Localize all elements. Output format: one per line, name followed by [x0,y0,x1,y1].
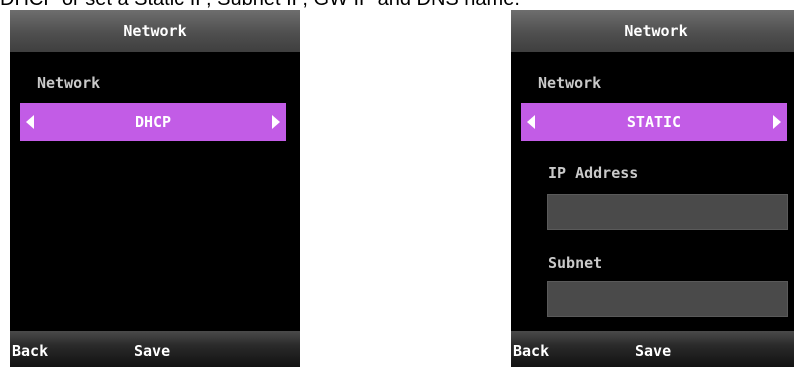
ip-address-label: IP Address [548,164,639,182]
network-mode-selector[interactable]: STATIC [521,103,787,141]
softkey-bar: Back Save [10,331,300,367]
network-label: Network [538,74,602,92]
device-screen-dhcp: Network Network DHCP Back Save [10,10,300,367]
subnet-input[interactable] [547,281,788,317]
network-label: Network [37,74,101,92]
save-softkey[interactable]: Save [635,342,671,360]
arrow-right-icon[interactable] [773,115,781,129]
device-screen-static: Network Network STATIC IP Address Subnet… [511,10,794,367]
network-mode-value: DHCP [134,113,172,131]
arrow-left-icon[interactable] [26,115,34,129]
softkey-bar: Back Save [511,331,794,367]
ip-address-input[interactable] [547,194,788,230]
arrow-right-icon[interactable] [272,115,280,129]
arrow-left-icon[interactable] [527,115,535,129]
screen-title: Network [10,10,300,52]
screen-title: Network [511,10,794,52]
network-mode-selector[interactable]: DHCP [20,103,286,141]
subnet-label: Subnet [548,254,603,272]
back-softkey[interactable]: Back [513,342,549,360]
save-softkey[interactable]: Save [134,342,170,360]
network-mode-value: STATIC [626,113,682,131]
caption-text: DHCP or set a Static IP, Subnet IP, GW I… [0,0,794,10]
back-softkey[interactable]: Back [12,342,48,360]
